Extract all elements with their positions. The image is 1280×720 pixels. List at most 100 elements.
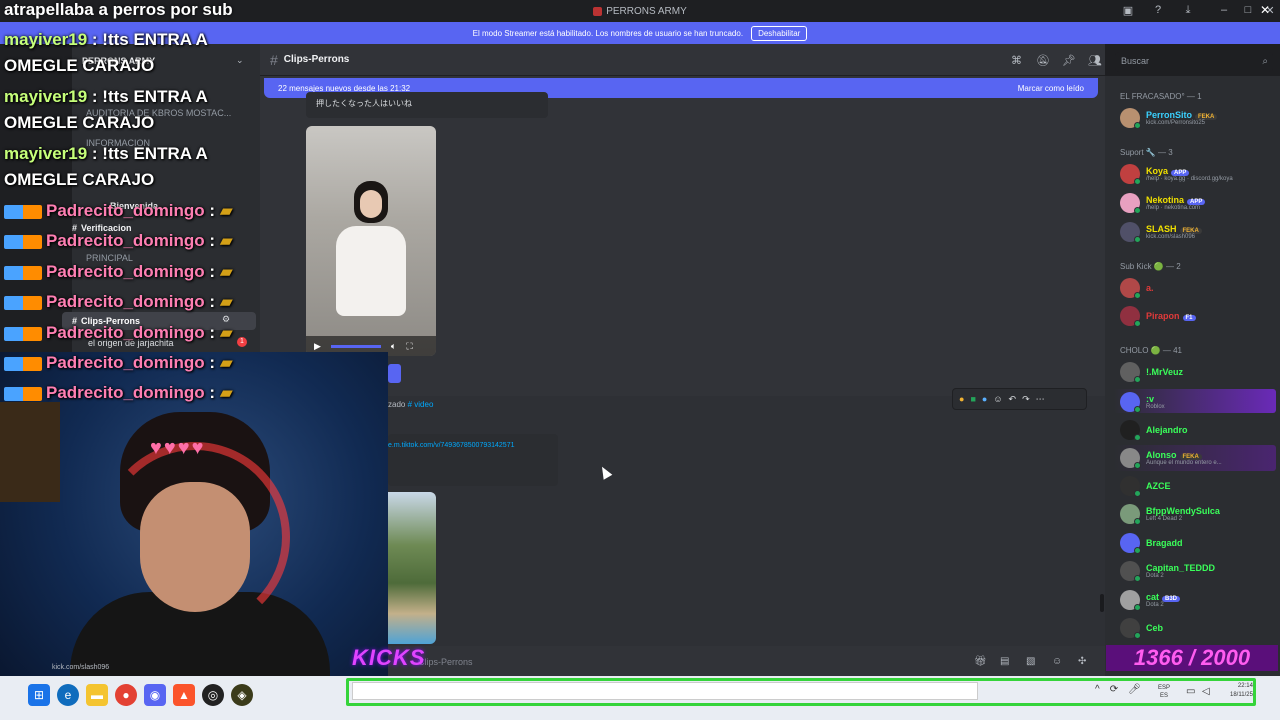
member-row[interactable]: !.MrVeuz	[1120, 360, 1183, 384]
sticker-icon[interactable]: ▧	[1026, 656, 1035, 667]
emote-icon: ▰	[215, 231, 233, 250]
brave-icon[interactable]: ▲	[173, 684, 195, 706]
video-progress[interactable]	[330, 344, 381, 348]
search-icon[interactable]: ⌕	[1262, 56, 1268, 67]
member-info: PerronSito FEKA kick.com/Perronsito25	[1146, 110, 1218, 126]
member-row[interactable]: Bragadd	[1120, 531, 1183, 555]
tiktok-link[interactable]: e.m.tiktok.com/v/7493678500793142571	[388, 442, 514, 449]
notifications-icon[interactable]: 🔕︎	[1036, 54, 1050, 67]
folder-icon[interactable]: ▬	[86, 684, 108, 706]
emoji-reaction-icon[interactable]: ●	[982, 394, 987, 404]
more-icon[interactable]: ⋯	[1036, 394, 1045, 405]
volume-icon[interactable]: 🔈︎	[391, 341, 396, 352]
member-name: BfppWendySulca	[1146, 506, 1220, 516]
status-dot	[1134, 406, 1141, 413]
member-row[interactable]: Koya APP/help · koya.gg · discord.gg/koya	[1120, 162, 1233, 186]
pin-icon[interactable]: 📌︎	[1062, 54, 1076, 67]
app-title: PERRONS ARMY	[593, 6, 687, 17]
member-name: :v	[1146, 394, 1155, 404]
mic-icon[interactable]: 🎤︎	[1128, 684, 1141, 695]
sync-icon[interactable]: ⟳	[1110, 684, 1118, 695]
avatar	[1120, 108, 1141, 129]
check-reaction-icon[interactable]: ■	[970, 394, 975, 404]
download-icon[interactable]: ⤓	[1180, 4, 1196, 17]
banner-close-icon[interactable]: ✕	[1260, 3, 1270, 17]
search-input[interactable]: Buscar	[1115, 52, 1273, 72]
member-row[interactable]: AZCE	[1120, 474, 1171, 498]
forwarded-channel-link[interactable]: # video	[408, 400, 434, 409]
network-icon[interactable]: ▭	[1186, 686, 1195, 697]
member-row[interactable]: Alonso FEKA Aunque el mundo entero e...	[1120, 446, 1222, 470]
minimize-button[interactable]: –	[1216, 4, 1232, 16]
play-icon[interactable]: ▶	[314, 341, 321, 352]
threads-icon[interactable]: ⌘	[1010, 54, 1023, 67]
chrome-icon[interactable]: ●	[115, 684, 137, 706]
goal-bar	[352, 682, 978, 700]
avatar	[1120, 164, 1141, 185]
status-dot	[1134, 236, 1141, 243]
video-attachment-2[interactable]	[388, 492, 436, 644]
clock[interactable]: 22:14 18/11/25	[1230, 682, 1253, 700]
video-attachment[interactable]: ▶ 🔈︎ ⛶	[306, 126, 436, 356]
obs-icon[interactable]: ◎	[202, 684, 224, 706]
chat-badges-icon	[4, 234, 42, 249]
member-info: Nekotina APP/help · nekotina.com	[1146, 195, 1206, 211]
chat-scrollbar[interactable]	[1100, 594, 1104, 612]
language-indicator[interactable]: ESP ES	[1158, 684, 1170, 700]
status-dot	[1134, 632, 1141, 639]
member-row[interactable]: a.	[1120, 276, 1154, 300]
apps-icon[interactable]: ✣	[1078, 656, 1086, 667]
app-icon[interactable]: ◈	[231, 684, 253, 706]
volume-tray-icon[interactable]: ◁	[1202, 686, 1210, 697]
avatar	[1120, 590, 1141, 611]
gift-icon[interactable]: 🎁︎	[974, 656, 987, 667]
member-row[interactable]: SLASH FEKA kick.com/slash096	[1120, 220, 1202, 244]
chat-text: :	[204, 262, 216, 281]
emoji-icon[interactable]: ☺	[1052, 656, 1062, 667]
member-row[interactable]: Ceb	[1120, 616, 1163, 640]
member-row[interactable]: Nekotina APP/help · nekotina.com	[1120, 191, 1206, 215]
member-list-icon[interactable]: 👥︎	[1088, 54, 1102, 67]
chat-username: Padrecito_domingo	[46, 292, 205, 311]
chat-username: Padrecito_domingo	[46, 201, 205, 220]
status-dot	[1134, 376, 1141, 383]
maximize-button[interactable]: □	[1240, 4, 1256, 16]
chat-username: Padrecito_domingo	[46, 231, 205, 250]
disable-streamer-button[interactable]: Deshabilitar	[751, 25, 808, 41]
chevron-up-icon[interactable]: ^	[1095, 684, 1100, 695]
member-info: Capitan_TEDDD Dota 2	[1146, 563, 1215, 579]
edge-icon[interactable]: e	[57, 684, 79, 706]
kicks-goal-count: 1366 / 2000	[1106, 645, 1278, 671]
member-row[interactable]: Alejandro	[1120, 418, 1188, 442]
member-row[interactable]: Pirapon F1	[1120, 304, 1196, 328]
inbox-icon[interactable]: ▣	[1120, 4, 1136, 17]
reaction-button[interactable]	[388, 364, 401, 383]
member-group-title: Suport 🔧 — 3	[1120, 148, 1173, 157]
avatar	[1120, 504, 1141, 525]
member-row[interactable]: cat B3D Dota 2	[1120, 588, 1181, 612]
member-row[interactable]: :v Roblox	[1120, 390, 1165, 414]
member-info: Bragadd	[1146, 538, 1183, 548]
add-reaction-icon[interactable]: ☺	[993, 394, 1002, 404]
member-row[interactable]: PerronSito FEKA kick.com/Perronsito25	[1120, 106, 1218, 130]
forward-icon[interactable]: ↷	[1022, 394, 1030, 405]
gif-icon[interactable]: ▤	[1000, 656, 1009, 667]
avatar	[1120, 448, 1141, 469]
avatar	[1120, 278, 1141, 299]
message-composer[interactable]: Clips-Perrons	[388, 650, 1098, 674]
fullscreen-icon[interactable]: ⛶	[406, 341, 412, 352]
help-icon[interactable]: ?	[1150, 4, 1166, 16]
emote-icon: ▰	[215, 383, 233, 402]
avatar	[1120, 420, 1141, 441]
member-status: /help · koya.gg · discord.gg/koya	[1146, 176, 1233, 182]
member-row[interactable]: BfppWendySulca Left 4 Dead 2	[1120, 502, 1220, 526]
discord-icon[interactable]: ◉	[144, 684, 166, 706]
mark-as-read-button[interactable]: Marcar como leído	[1018, 84, 1084, 93]
reply-icon[interactable]: ↶	[1009, 394, 1017, 405]
member-row[interactable]: Capitan_TEDDD Dota 2	[1120, 559, 1215, 583]
start-icon[interactable]: ⊞	[28, 684, 50, 706]
window-title: PERRONS ARMY	[606, 5, 687, 17]
emote-icon: ▰	[215, 292, 233, 311]
reaction-icon[interactable]: ●	[959, 394, 964, 404]
avatar	[1120, 618, 1141, 639]
